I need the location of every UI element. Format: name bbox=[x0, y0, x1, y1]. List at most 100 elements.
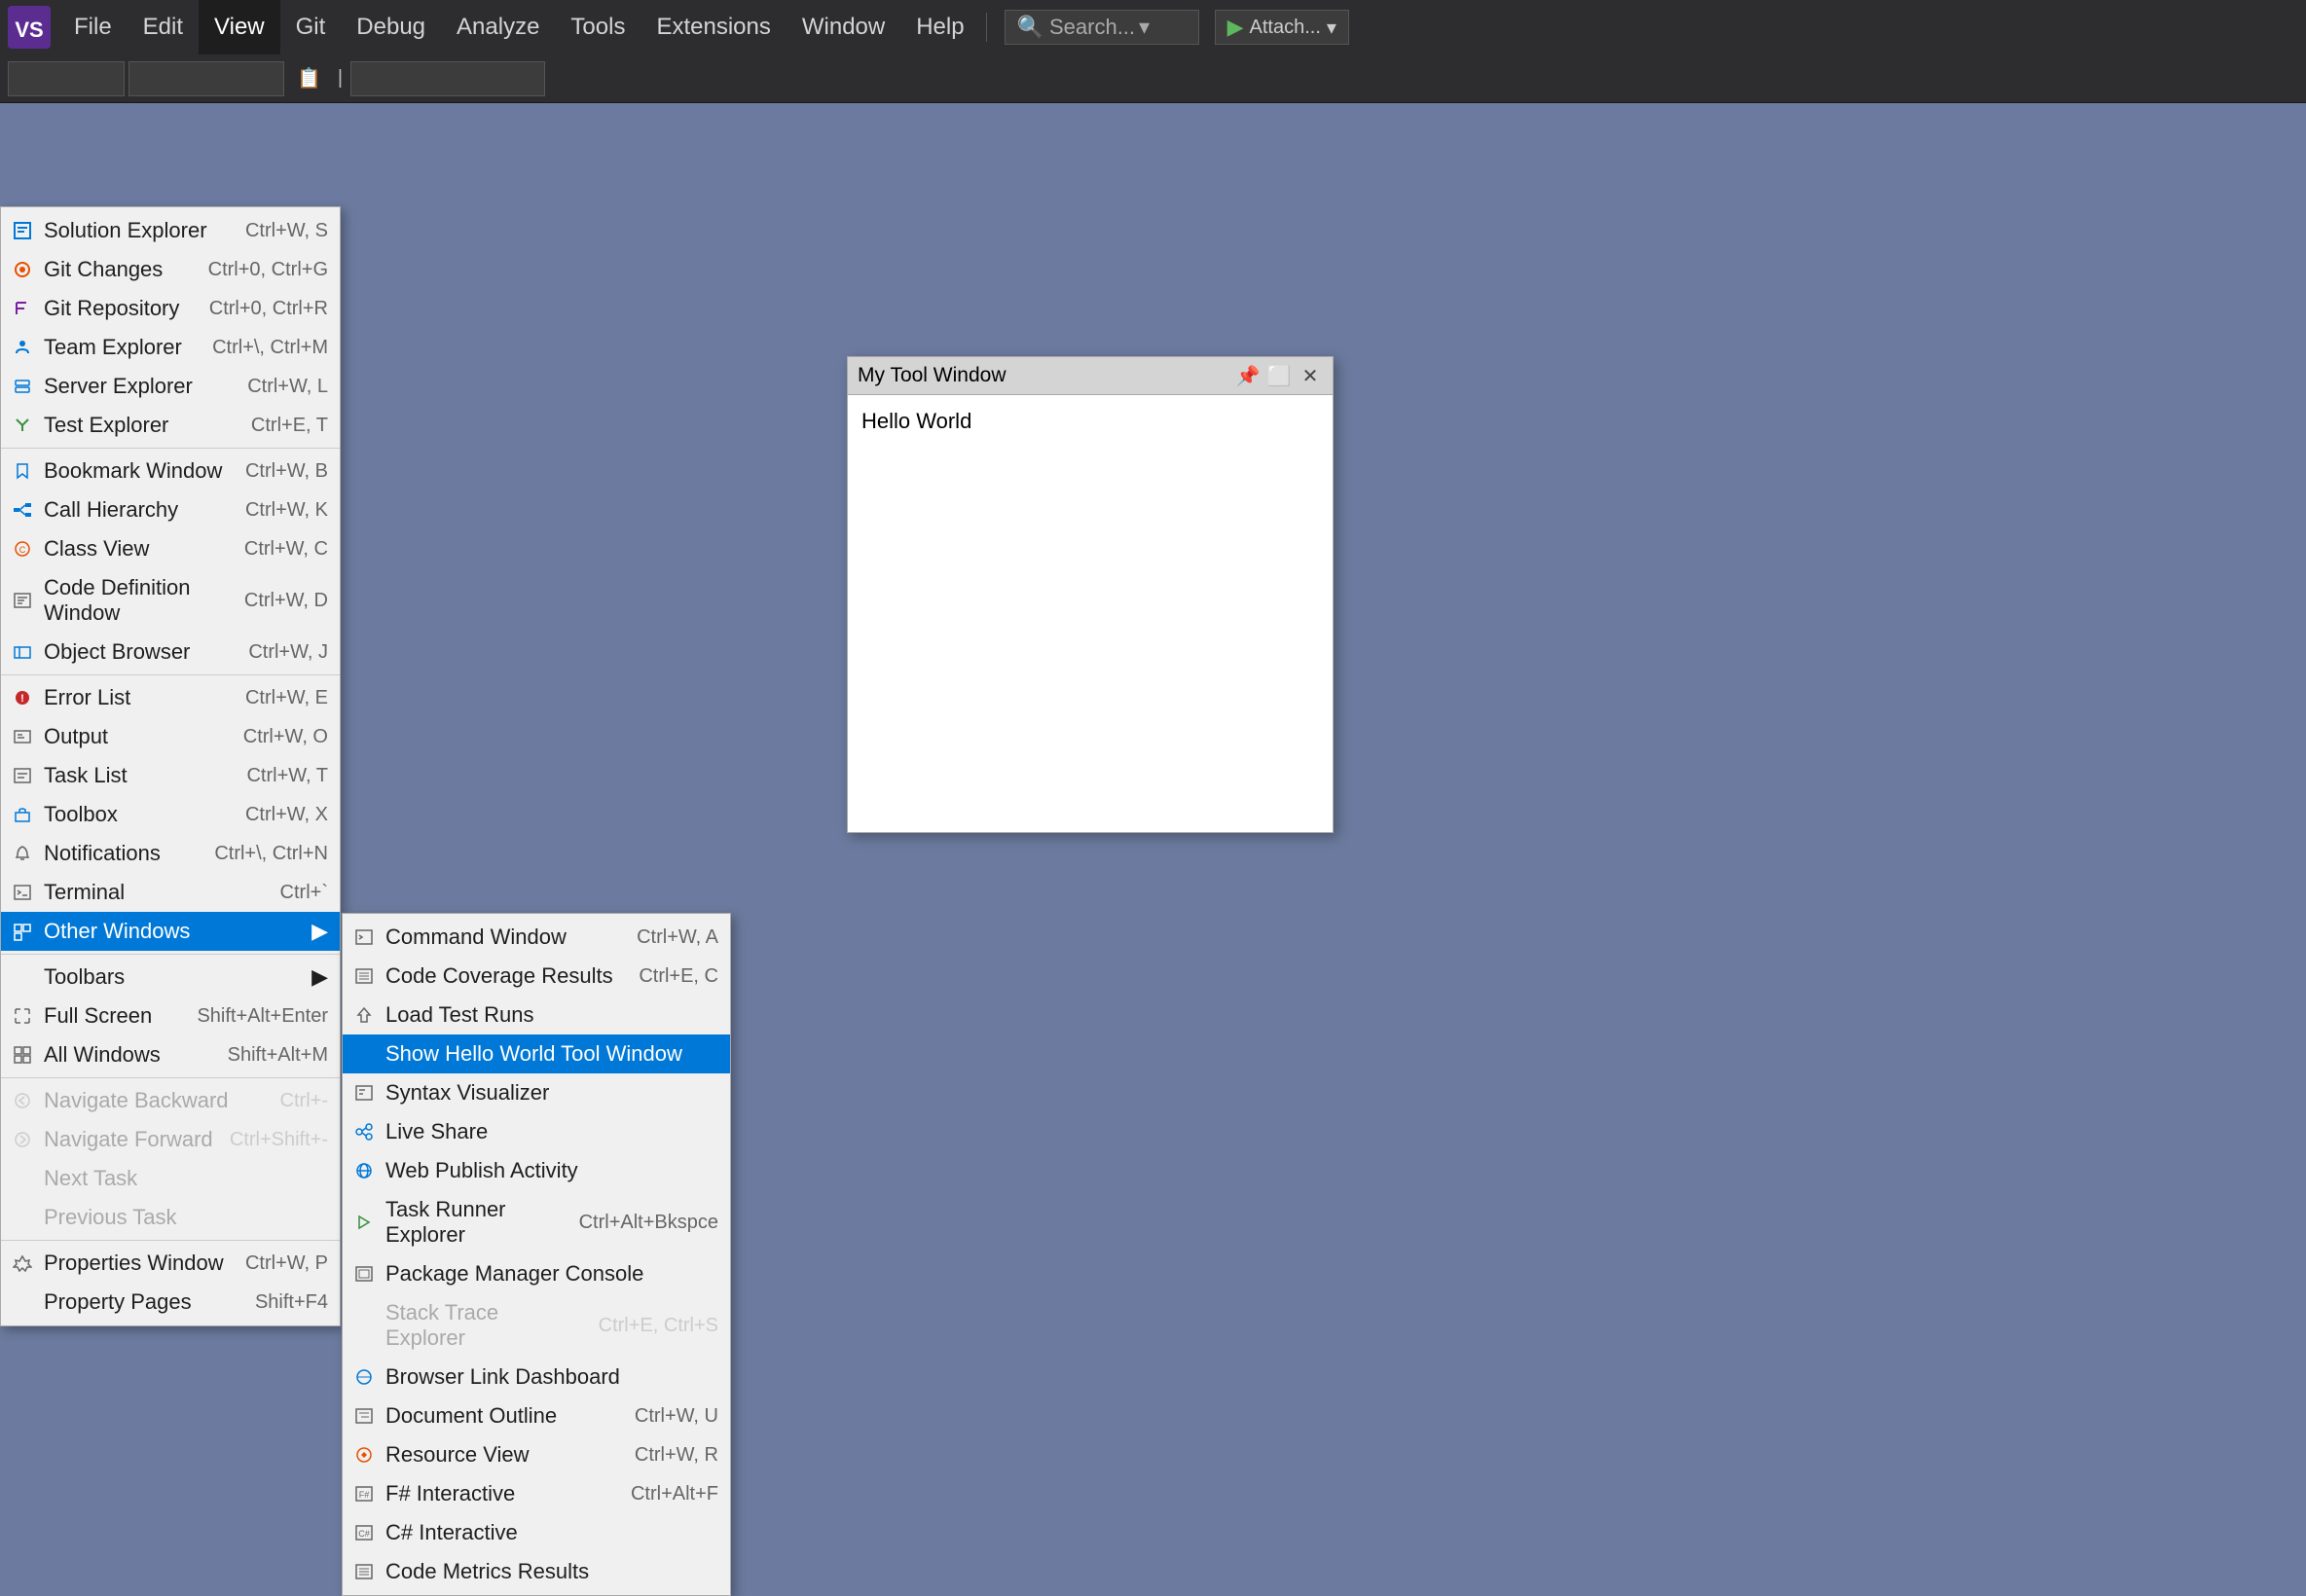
menu-item-bookmark-window[interactable]: Bookmark Window Ctrl+W, B bbox=[1, 452, 340, 490]
submenu-item-resource-view[interactable]: Resource View Ctrl+W, R bbox=[343, 1435, 730, 1474]
other-windows-submenu: Command Window Ctrl+W, A Code Coverage R… bbox=[342, 913, 731, 1596]
submenu-item-syntax-visualizer[interactable]: Syntax Visualizer bbox=[343, 1073, 730, 1112]
bookmark-window-label: Bookmark Window bbox=[44, 458, 230, 484]
toolbox-shortcut: Ctrl+W, X bbox=[245, 804, 328, 826]
properties-window-icon bbox=[9, 1251, 36, 1275]
menu-item-all-windows[interactable]: All Windows Shift+Alt+M bbox=[1, 1035, 340, 1074]
load-test-runs-icon bbox=[350, 1003, 378, 1027]
menu-item-output[interactable]: Output Ctrl+W, O bbox=[1, 717, 340, 756]
menu-git[interactable]: Git bbox=[280, 0, 342, 54]
menu-analyze[interactable]: Analyze bbox=[441, 0, 555, 54]
live-share-label: Live Share bbox=[385, 1119, 703, 1144]
class-view-icon: C bbox=[9, 537, 36, 561]
show-hello-world-icon bbox=[350, 1042, 378, 1066]
tool-window-pin-button[interactable]: 📌 bbox=[1235, 363, 1261, 388]
task-list-label: Task List bbox=[44, 763, 231, 788]
menu-item-test-explorer[interactable]: Test Explorer Ctrl+E, T bbox=[1, 406, 340, 445]
svg-text:C#: C# bbox=[358, 1529, 370, 1539]
bookmark-window-icon bbox=[9, 459, 36, 483]
call-hierarchy-icon bbox=[9, 498, 36, 522]
menu-item-git-repository[interactable]: Git Repository Ctrl+0, Ctrl+R bbox=[1, 289, 340, 328]
menu-extensions[interactable]: Extensions bbox=[641, 0, 786, 54]
toolbar: 📋 | bbox=[0, 54, 2306, 103]
menu-item-task-list[interactable]: Task List Ctrl+W, T bbox=[1, 756, 340, 795]
menu-item-navigate-backward[interactable]: Navigate Backward Ctrl+- bbox=[1, 1081, 340, 1120]
search-placeholder: Search... bbox=[1049, 15, 1135, 40]
solution-config-dropdown[interactable] bbox=[350, 61, 545, 96]
menu-item-error-list[interactable]: ! Error List Ctrl+W, E bbox=[1, 678, 340, 717]
submenu-item-package-manager[interactable]: Package Manager Console bbox=[343, 1254, 730, 1293]
menu-item-server-explorer[interactable]: Server Explorer Ctrl+W, L bbox=[1, 367, 340, 406]
menu-item-notifications[interactable]: Notifications Ctrl+\, Ctrl+N bbox=[1, 834, 340, 873]
csharp-interactive-label: C# Interactive bbox=[385, 1520, 703, 1545]
output-shortcut: Ctrl+W, O bbox=[243, 726, 328, 748]
submenu-item-document-outline[interactable]: Document Outline Ctrl+W, U bbox=[343, 1396, 730, 1435]
notifications-label: Notifications bbox=[44, 841, 199, 866]
menu-view[interactable]: View bbox=[199, 0, 280, 54]
config-dropdown[interactable] bbox=[8, 61, 125, 96]
attach-label: Attach... bbox=[1250, 17, 1321, 39]
git-repository-shortcut: Ctrl+0, Ctrl+R bbox=[209, 298, 328, 320]
submenu-item-csharp-interactive[interactable]: C# C# Interactive bbox=[343, 1513, 730, 1552]
menu-item-git-changes[interactable]: Git Changes Ctrl+0, Ctrl+G bbox=[1, 250, 340, 289]
menu-item-object-browser[interactable]: Object Browser Ctrl+W, J bbox=[1, 633, 340, 671]
menu-item-class-view[interactable]: C Class View Ctrl+W, C bbox=[1, 529, 340, 568]
submenu-item-code-metrics[interactable]: Code Metrics Results bbox=[343, 1552, 730, 1591]
syntax-visualizer-label: Syntax Visualizer bbox=[385, 1080, 703, 1106]
search-bar[interactable]: 🔍 Search... ▾ bbox=[1005, 10, 1199, 45]
submenu-item-command-window[interactable]: Command Window Ctrl+W, A bbox=[343, 918, 730, 957]
menu-item-toolbox[interactable]: Toolbox Ctrl+W, X bbox=[1, 795, 340, 834]
call-hierarchy-shortcut: Ctrl+W, K bbox=[245, 499, 328, 522]
code-coverage-shortcut: Ctrl+E, C bbox=[639, 965, 718, 988]
server-explorer-shortcut: Ctrl+W, L bbox=[247, 376, 328, 398]
server-explorer-icon bbox=[9, 375, 36, 398]
menu-item-other-windows[interactable]: Other Windows ▶ bbox=[1, 912, 340, 951]
menu-item-toolbars[interactable]: Toolbars ▶ bbox=[1, 958, 340, 997]
menu-edit[interactable]: Edit bbox=[128, 0, 199, 54]
menu-debug[interactable]: Debug bbox=[341, 0, 441, 54]
tool-window-maximize-button[interactable]: ⬜ bbox=[1266, 363, 1292, 388]
hello-world-text: Hello World bbox=[861, 409, 971, 433]
menu-item-next-task[interactable]: Next Task bbox=[1, 1159, 340, 1198]
menu-item-code-definition[interactable]: Code Definition Window Ctrl+W, D bbox=[1, 568, 340, 633]
menu-tools[interactable]: Tools bbox=[555, 0, 641, 54]
attach-button[interactable]: ▶ Attach... ▾ bbox=[1215, 10, 1349, 45]
submenu-item-task-runner[interactable]: Task Runner Explorer Ctrl+Alt+Bkspce bbox=[343, 1190, 730, 1254]
submenu-item-load-test-runs[interactable]: Load Test Runs bbox=[343, 996, 730, 1034]
menu-item-terminal[interactable]: Terminal Ctrl+` bbox=[1, 873, 340, 912]
navigate-backward-icon bbox=[9, 1089, 36, 1112]
all-windows-shortcut: Shift+Alt+M bbox=[228, 1044, 328, 1067]
navigate-forward-label: Navigate Forward bbox=[44, 1127, 214, 1152]
submenu-item-show-hello-world[interactable]: Show Hello World Tool Window bbox=[343, 1034, 730, 1073]
menu-window[interactable]: Window bbox=[787, 0, 900, 54]
menu-help[interactable]: Help bbox=[900, 0, 979, 54]
fsharp-interactive-shortcut: Ctrl+Alt+F bbox=[631, 1483, 718, 1505]
toolbar-icon-btn[interactable]: 📋 bbox=[288, 60, 330, 97]
attach-arrow: ▾ bbox=[1327, 16, 1336, 40]
menu-item-solution-explorer[interactable]: Solution Explorer Ctrl+W, S bbox=[1, 211, 340, 250]
submenu-item-live-share[interactable]: Live Share bbox=[343, 1112, 730, 1151]
menu-item-previous-task[interactable]: Previous Task bbox=[1, 1198, 340, 1237]
platform-dropdown[interactable] bbox=[128, 61, 284, 96]
menu-bar: VS File Edit View Git Debug Analyze Tool… bbox=[0, 0, 2306, 54]
separator-4 bbox=[1, 1077, 340, 1078]
error-list-icon: ! bbox=[9, 686, 36, 709]
menu-item-full-screen[interactable]: Full Screen Shift+Alt+Enter bbox=[1, 997, 340, 1035]
tool-window-close-button[interactable]: ✕ bbox=[1298, 363, 1323, 388]
submenu-item-stack-trace[interactable]: Stack Trace Explorer Ctrl+E, Ctrl+S bbox=[343, 1293, 730, 1358]
other-windows-arrow: ▶ bbox=[311, 919, 328, 944]
menu-item-property-pages[interactable]: Property Pages Shift+F4 bbox=[1, 1283, 340, 1322]
task-runner-shortcut: Ctrl+Alt+Bkspce bbox=[579, 1212, 718, 1234]
all-windows-icon bbox=[9, 1043, 36, 1067]
menu-file[interactable]: File bbox=[58, 0, 128, 54]
submenu-item-fsharp-interactive[interactable]: F# F# Interactive Ctrl+Alt+F bbox=[343, 1474, 730, 1513]
submenu-item-code-coverage[interactable]: Code Coverage Results Ctrl+E, C bbox=[343, 957, 730, 996]
submenu-item-web-publish[interactable]: Web Publish Activity bbox=[343, 1151, 730, 1190]
menu-item-navigate-forward[interactable]: Navigate Forward Ctrl+Shift+- bbox=[1, 1120, 340, 1159]
menu-item-properties-window[interactable]: Properties Window Ctrl+W, P bbox=[1, 1244, 340, 1283]
submenu-item-browser-link[interactable]: Browser Link Dashboard bbox=[343, 1358, 730, 1396]
menu-item-call-hierarchy[interactable]: Call Hierarchy Ctrl+W, K bbox=[1, 490, 340, 529]
menu-item-team-explorer[interactable]: Team Explorer Ctrl+\, Ctrl+M bbox=[1, 328, 340, 367]
document-outline-label: Document Outline bbox=[385, 1403, 619, 1429]
code-coverage-label: Code Coverage Results bbox=[385, 963, 623, 989]
